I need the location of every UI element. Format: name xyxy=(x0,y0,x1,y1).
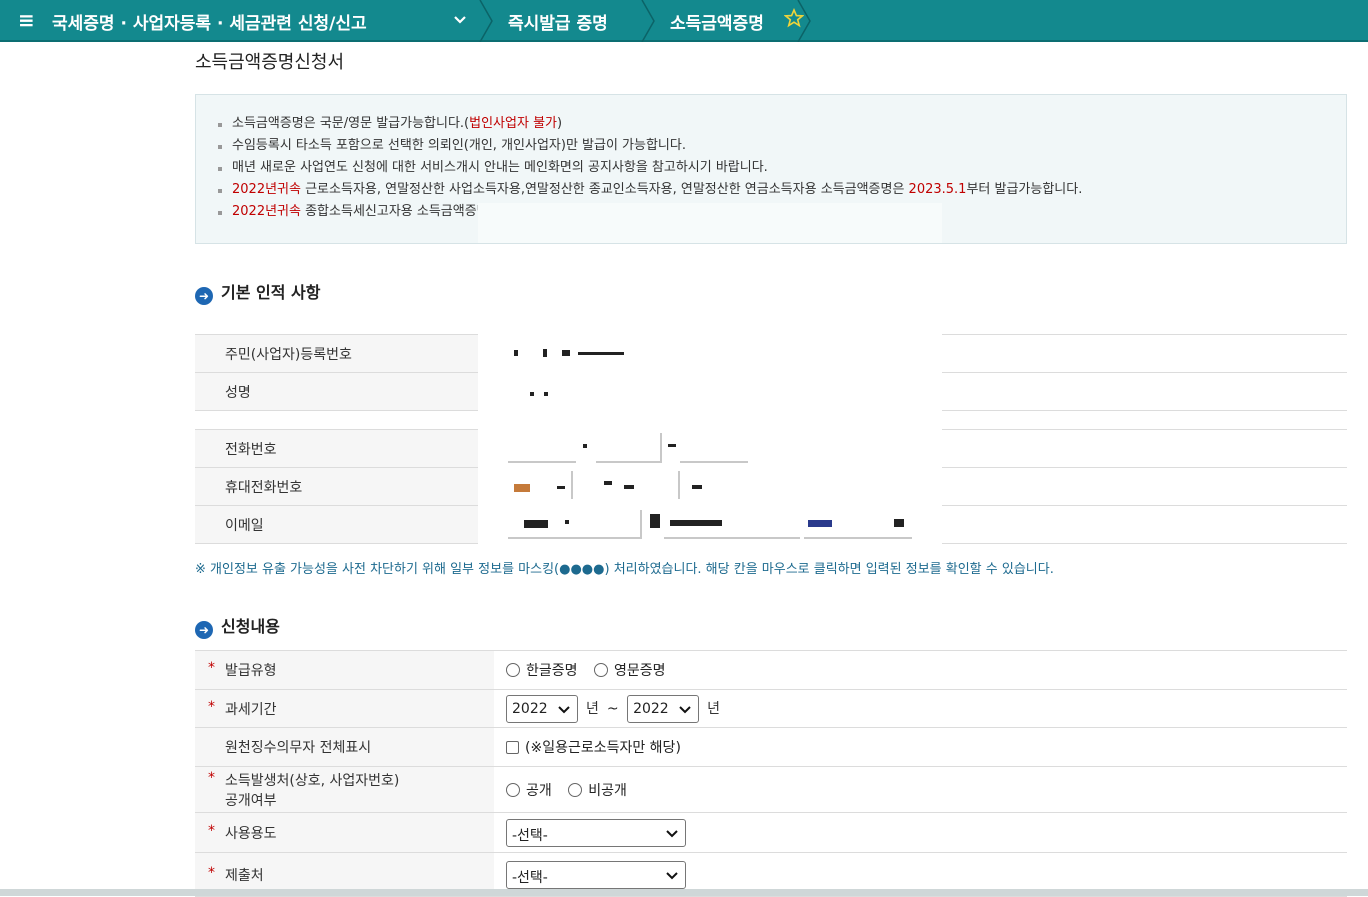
section-title-application: ➜ 신청내용 xyxy=(195,613,280,639)
radio-english[interactable]: 영문증명 xyxy=(593,663,666,679)
field-label-email: 이메일 xyxy=(195,505,494,544)
masked-glyph xyxy=(670,520,722,526)
masked-glyph xyxy=(557,486,565,489)
masked-glyph xyxy=(565,520,569,524)
field-label-purpose: * 사용용도 xyxy=(195,812,494,853)
period-from-select[interactable]: 2022 xyxy=(506,694,578,723)
section-title-basic-info: ➜ 기본 인적 사항 xyxy=(195,279,320,305)
submit-to-select[interactable]: -선택- xyxy=(506,860,686,889)
masked-glyph xyxy=(514,484,530,492)
breadcrumb-separator-icon xyxy=(641,0,655,42)
arrow-right-circle-icon: ➜ xyxy=(195,621,213,639)
email-input-underline xyxy=(804,537,912,539)
phone-input-underline xyxy=(596,461,660,463)
breadcrumb-separator-icon xyxy=(479,0,493,42)
field-label-withholding: 원천징수의무자 전체표시 xyxy=(195,727,494,767)
masked-glyph xyxy=(524,520,548,528)
chevron-down-icon[interactable] xyxy=(452,10,468,30)
table-row: * 소득발생처(상호, 사업자번호) 공개여부 공개 비공개 xyxy=(195,766,1347,813)
period-selects: 2022 년 ~ 2022 년 xyxy=(494,689,1347,728)
masked-glyph xyxy=(530,392,534,396)
breadcrumb-separator-icon xyxy=(797,0,811,42)
notice-item: 소득금액증명은 국문/영문 발급가능합니다.(법인사업자 불가) xyxy=(218,113,1346,135)
notice-item: 매년 새로운 사업연도 신청에 대한 서비스개시 안내는 메인화면의 공지사항을… xyxy=(218,157,1346,179)
table-row: * 과세기간 2022 년 ~ 2022 년 xyxy=(195,689,1347,728)
bottom-edge xyxy=(0,889,1368,896)
privacy-masking-note: ※ 개인정보 유출 가능성을 사전 차단하기 위해 일부 정보를 마스킹(●●●… xyxy=(195,562,1054,577)
masked-glyph xyxy=(894,519,904,527)
purpose-select[interactable]: -선택- xyxy=(506,818,686,847)
masked-glyph xyxy=(692,485,702,489)
chevron-down-icon xyxy=(666,871,678,879)
masked-glyph xyxy=(544,392,548,396)
radio-private[interactable]: 비공개 xyxy=(568,782,627,799)
radio-circle-icon[interactable] xyxy=(506,782,520,797)
field-label-period: * 과세기간 xyxy=(195,689,494,728)
period-to-select[interactable]: 2022 xyxy=(627,694,700,723)
hamburger-menu-icon[interactable]: ≡ xyxy=(18,8,35,32)
breadcrumb-current[interactable]: 소득금액증명 xyxy=(670,9,764,34)
masked-glyph xyxy=(578,352,624,355)
required-asterisk-icon: * xyxy=(208,864,215,881)
masked-glyph xyxy=(624,485,634,489)
range-tilde: ~ xyxy=(606,700,619,717)
required-asterisk-icon: * xyxy=(208,769,215,786)
masked-glyph xyxy=(650,514,660,528)
field-label-phone: 전화번호 xyxy=(195,429,494,468)
top-navigation-bar: ≡ 국세증명 · 사업자등록 · 세금관련 신청/신고 즉시발급 증명 소득금액… xyxy=(0,0,1368,42)
purpose-cell: -선택- xyxy=(494,812,1347,853)
radio-public[interactable]: 공개 xyxy=(506,782,552,799)
email-input-underline xyxy=(664,537,800,539)
masked-glyph xyxy=(562,350,570,356)
radio-circle-icon[interactable] xyxy=(506,663,520,677)
breadcrumb-category[interactable]: 국세증명 · 사업자등록 · 세금관련 신청/신고 xyxy=(52,9,367,34)
notice-item: 2022년귀속 근로소득자용, 연말정산한 사업소득자용,연말정산한 종교인소득… xyxy=(218,179,1346,201)
radio-korean[interactable]: 한글증명 xyxy=(506,663,578,679)
field-divider xyxy=(678,471,680,499)
arrow-right-circle-icon: ➜ xyxy=(195,287,213,305)
field-divider xyxy=(660,433,662,463)
field-label-disclosure: * 소득발생처(상호, 사업자번호) 공개여부 xyxy=(195,766,494,813)
checkbox-icon[interactable] xyxy=(506,741,519,754)
field-label-resident-number: 주민(사업자)등록번호 xyxy=(195,334,494,373)
masked-glyph xyxy=(583,444,587,448)
field-label-issue-type: * 발급유형 xyxy=(195,650,494,690)
masked-glyph xyxy=(604,481,612,485)
issue-type-options: 한글증명 영문증명 xyxy=(494,650,1347,690)
year-unit-label: 년 xyxy=(707,700,720,717)
year-unit-label: 년 xyxy=(586,700,599,717)
chevron-down-icon xyxy=(558,705,570,713)
application-table: * 발급유형 한글증명 영문증명 * 과세기간 2022 년 ~ 2022 년 원천징… xyxy=(195,650,1347,897)
field-label-name: 성명 xyxy=(195,372,494,411)
radio-circle-icon[interactable] xyxy=(593,663,608,677)
field-label-mobile: 휴대전화번호 xyxy=(195,467,494,506)
chevron-down-icon xyxy=(679,705,691,713)
masked-glyph xyxy=(543,349,547,357)
required-asterisk-icon: * xyxy=(208,822,215,839)
masked-glyph xyxy=(808,520,832,527)
notice-item: 수임등록시 타소득 포함으로 선택한 의뢰인(개인, 개인사업자)만 발급이 가… xyxy=(218,135,1346,157)
withholding-option[interactable]: (※일용근로소득자만 해당) xyxy=(494,727,1347,767)
radio-circle-icon[interactable] xyxy=(568,782,583,797)
table-row: 원천징수의무자 전체표시 (※일용근로소득자만 해당) xyxy=(195,727,1347,767)
required-asterisk-icon: * xyxy=(208,660,215,676)
table-row: * 발급유형 한글증명 영문증명 xyxy=(195,650,1347,690)
masked-region xyxy=(478,203,942,243)
masked-glyph xyxy=(668,444,676,447)
page-title: 소득금액증명신청서 xyxy=(195,52,345,73)
chevron-down-icon xyxy=(666,829,678,837)
redacted-personal-info xyxy=(478,320,942,545)
table-row: * 사용용도 -선택- xyxy=(195,812,1347,853)
phone-input-underline xyxy=(680,461,748,463)
email-input-underline xyxy=(508,537,640,539)
field-divider xyxy=(640,510,642,539)
disclosure-options: 공개 비공개 xyxy=(494,766,1347,813)
phone-input-underline xyxy=(508,461,576,463)
breadcrumb-subcategory[interactable]: 즉시발급 증명 xyxy=(508,9,608,34)
field-divider xyxy=(571,471,573,499)
required-asterisk-icon: * xyxy=(208,698,215,715)
masked-glyph xyxy=(514,350,518,356)
